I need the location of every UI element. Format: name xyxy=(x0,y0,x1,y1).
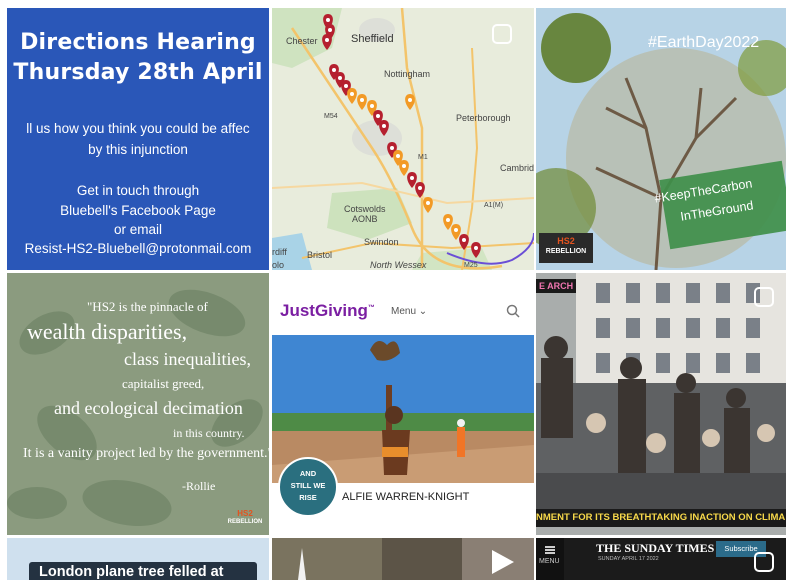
quote-line5: and ecological decimation xyxy=(54,398,243,418)
quote-line3: class inequalities, xyxy=(124,349,251,369)
quote-line7: It is a vanity project led by the govern… xyxy=(23,446,269,461)
justgiving-menu-button[interactable]: Menu ⌄ xyxy=(391,306,427,317)
map-label-cotswolds: Cotswolds xyxy=(344,204,386,214)
map-label-peterborough: Peterborough xyxy=(456,113,511,123)
post-video[interactable] xyxy=(272,538,534,580)
quote-author: -Rollie xyxy=(182,479,216,493)
post-hs2-quote[interactable]: "HS2 is the pinnacle of wealth dispariti… xyxy=(7,273,269,535)
post-body-line6: Resist-HS2-Bluebell@protonmail.com xyxy=(24,241,252,256)
post-sunday-times[interactable]: MENU THE SUNDAY TIMES SUNDAY APRIL 17 20… xyxy=(536,538,786,580)
fundraiser-name: ALFIE WARREN-KNIGHT xyxy=(342,491,470,503)
map-label-olo: olo xyxy=(272,260,285,270)
map-label-m1: M1 xyxy=(418,154,428,161)
post-body-line5: or email xyxy=(113,222,162,237)
chevron-down-icon: ⌄ xyxy=(418,306,428,317)
post-hs2-route-map[interactable]: Chester Sheffield Nottingham Peterboroug… xyxy=(272,8,534,270)
protest-corner-text: E ARCH xyxy=(536,279,577,293)
multi-post-icon xyxy=(754,287,774,307)
sunday-times-masthead: THE SUNDAY TIMES xyxy=(596,541,715,555)
post-title-line1: Directions Hearing xyxy=(20,30,256,55)
quote-line4: capitalist greed, xyxy=(122,376,205,391)
justgiving-header: JustGiving™ Menu ⌄ xyxy=(272,273,534,333)
sunday-times-date: SUNDAY APRIL 17 2022 xyxy=(598,556,659,562)
menu-icon: MENU xyxy=(536,538,564,580)
protest-banner: NMENT FOR ITS BREATHTAKING INACTION ON C… xyxy=(536,509,786,527)
hs2-rebellion-badge: HS2 REBELLION xyxy=(539,233,593,263)
map-graphic xyxy=(272,8,534,270)
post-body-line4: Bluebell's Facebook Page xyxy=(60,203,216,218)
multi-post-icon xyxy=(492,24,512,44)
post-justgiving[interactable]: JustGiving™ Menu ⌄ AND STILL WE RISE ALF… xyxy=(272,273,534,535)
post-protest[interactable]: E ARCH NMENT FOR ITS BREATHTAKING INACTI… xyxy=(536,273,786,535)
post-body-line3: Get in touch through xyxy=(76,183,200,198)
map-label-a1m: A1(M) xyxy=(484,202,504,209)
post-body-line2: by this injunction xyxy=(88,142,188,157)
map-label-bristol: Bristol xyxy=(307,250,333,260)
map-label-m54: M54 xyxy=(324,113,338,120)
justgiving-logo: JustGiving™ xyxy=(280,301,375,320)
post-directions-hearing[interactable]: Directions Hearing Thursday 28th April l… xyxy=(7,8,269,270)
hs2-rebellion-badge: HS2 REBELLION xyxy=(227,509,263,525)
quote-line1: "HS2 is the pinnacle of xyxy=(87,299,208,314)
play-icon xyxy=(492,550,514,574)
post-body-line1: ll us how you think you could be affec xyxy=(26,121,250,136)
quote-line6: in this country. xyxy=(173,426,245,440)
map-label-nottingham: Nottingham xyxy=(384,69,431,79)
post-title-line2: Thursday 28th April xyxy=(13,60,263,85)
map-label-swindon: Swindon xyxy=(364,237,399,247)
map-label-m25: M25 xyxy=(464,262,478,269)
map-label-sheffield: Sheffield xyxy=(351,33,394,45)
map-label-chester: Chester xyxy=(286,36,318,46)
hashtag-earthday: #EarthDay2022 xyxy=(648,34,760,51)
plane-tree-headline: London plane tree felled at xyxy=(39,564,224,580)
protest-photo xyxy=(536,273,786,535)
search-icon[interactable] xyxy=(506,304,520,318)
map-label-rdiff: rdiff xyxy=(272,247,287,257)
post-earth-day[interactable]: #EarthDay2022 #KeepTheCarbon InTheGround… xyxy=(536,8,786,270)
map-label-north-wessex: North Wessex xyxy=(370,260,427,270)
quote-line2: wealth disparities, xyxy=(27,319,188,344)
post-plane-tree[interactable]: London plane tree felled at xyxy=(7,538,269,580)
multi-post-icon xyxy=(754,552,774,572)
map-label-aonb: AONB xyxy=(352,214,378,224)
fundraiser-avatar: AND STILL WE RISE xyxy=(278,457,338,517)
map-label-cambrid: Cambrid xyxy=(500,163,534,173)
